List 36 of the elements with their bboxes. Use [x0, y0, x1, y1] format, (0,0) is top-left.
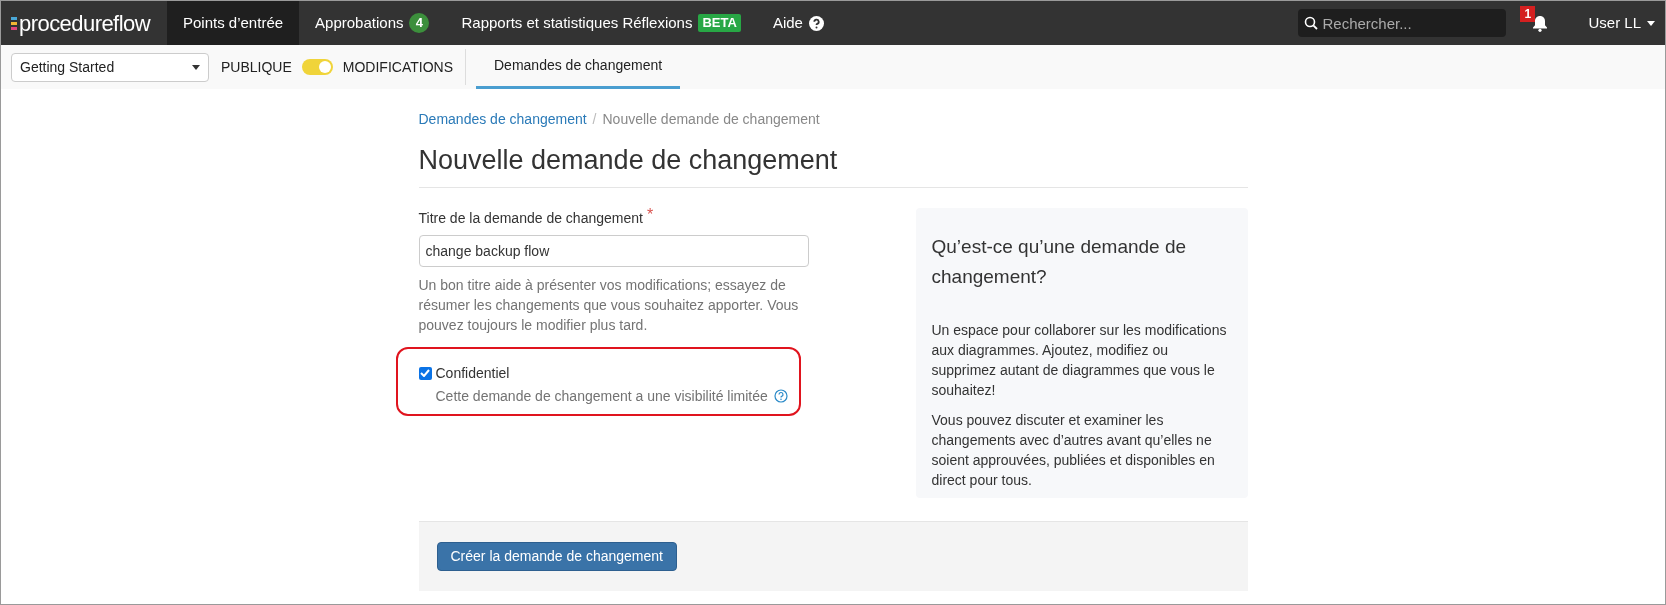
flow-dropdown[interactable]: Getting Started: [11, 52, 209, 82]
nav-item[interactable]: Rapports et statistiques Réflexions BETA: [445, 1, 757, 45]
checkbox-label: Confidentiel: [435, 363, 510, 383]
nav-item[interactable]: Points d’entrée: [167, 1, 300, 45]
help-icon[interactable]: [773, 389, 788, 403]
required-mark: *: [646, 207, 654, 225]
tab[interactable]: Demandes de changement: [476, 45, 681, 89]
create-request-button[interactable]: Créer la demande de changement: [436, 541, 677, 571]
logo-mark-icon: [11, 16, 17, 30]
info-paragraph: Vous pouvez discuter et examiner les changements avec d’autres avant qu’elles ne soient approuvées, publiées et disponibles en direct pour tous.: [931, 410, 1216, 490]
nav-item[interactable]: Approbations 4: [299, 1, 446, 45]
checkbox-description: Cette demande de changement a une visibilité limitée: [435, 386, 768, 406]
caret-icon: [1647, 20, 1655, 26]
confidential-checkbox[interactable]: [418, 366, 432, 380]
field-label: Titre de la demande de changement: [418, 208, 643, 228]
info-paragraph: Un espace pour collaborer sur les modifications aux diagrammes. Ajoutez, modifiez ou supprimez autant de diagrammes que vous le souhaitez!: [931, 320, 1228, 400]
notification-count: 1: [1520, 6, 1536, 22]
breadcrumb-link[interactable]: Demandes de changement: [418, 109, 587, 130]
title-input[interactable]: change backup flow: [418, 234, 809, 267]
beta-badge: BETA: [698, 14, 741, 32]
toggle-label: PUBLIQUE: [221, 57, 292, 77]
breadcrumb-separator: /: [592, 110, 597, 129]
search-field[interactable]: Rechercher...: [1298, 9, 1507, 37]
nav-item[interactable]: Aide: [756, 1, 840, 45]
search-icon: [1304, 16, 1319, 30]
count-badge: 4: [409, 13, 430, 33]
logo-text: procedureflow: [19, 9, 151, 38]
page-title: Nouvelle demande de changement: [418, 140, 1248, 188]
caret-icon: [192, 64, 200, 70]
mode-toggle[interactable]: [301, 59, 333, 75]
toggle-label: MODIFICATIONS: [342, 57, 453, 77]
help-text: Un bon titre aide à présenter vos modifications; essayez de résumer les changements que vous souhaitez apporter. Vous pouvez toujours le modifier plus tard.: [418, 275, 799, 335]
notification-bell-icon[interactable]: [1532, 14, 1549, 32]
user-menu[interactable]: User LL: [1588, 11, 1655, 35]
info-panel-title: Qu’est-ce qu’une demande de changement?: [931, 234, 1188, 289]
breadcrumb-current: Nouvelle demande de changement: [602, 110, 820, 129]
